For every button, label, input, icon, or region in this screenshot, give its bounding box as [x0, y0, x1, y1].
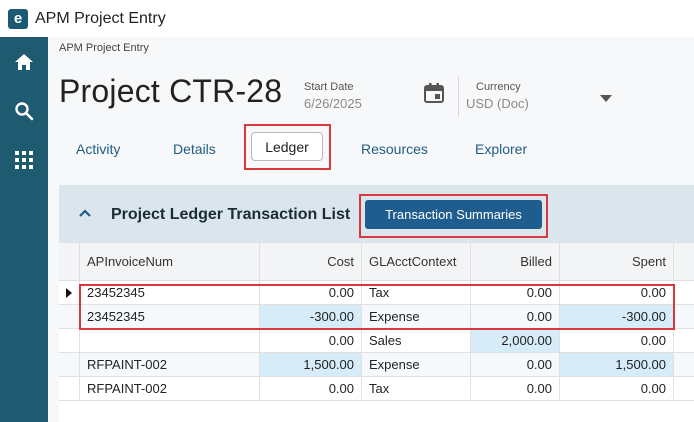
- field-divider: [458, 77, 459, 117]
- page-title: Project CTR-28: [59, 73, 283, 109]
- currency-label: Currency: [476, 81, 521, 93]
- apps-grid-icon: [15, 151, 33, 169]
- tab-resources[interactable]: Resources: [361, 141, 428, 157]
- currency-value[interactable]: USD (Doc): [466, 96, 616, 111]
- window-title: APM Project Entry: [35, 9, 166, 27]
- cell-glacctcontext[interactable]: Expense: [362, 353, 471, 377]
- column-header-billed[interactable]: Billed: [471, 243, 560, 281]
- cell-spent[interactable]: 0.00: [560, 377, 674, 401]
- cell-apinvoicenum[interactable]: RFPAINT-002: [80, 353, 260, 377]
- tab-explorer[interactable]: Explorer: [475, 141, 527, 157]
- search-icon: [15, 102, 34, 121]
- table-row[interactable]: RFPAINT-002 1,500.00 Expense 0.00 1,500.…: [59, 353, 694, 377]
- column-header-apinvoicenum[interactable]: APInvoiceNum: [80, 243, 260, 281]
- start-date-value[interactable]: 6/26/2025: [304, 96, 362, 111]
- cell-apinvoicenum[interactable]: [80, 329, 260, 353]
- title-bar: e APM Project Entry: [0, 0, 694, 37]
- cell-cost[interactable]: 0.00: [260, 377, 362, 401]
- chevron-up-icon[interactable]: [78, 206, 92, 220]
- cell-overflow: [674, 329, 694, 353]
- search-button[interactable]: [0, 91, 48, 131]
- cell-billed[interactable]: 0.00: [471, 353, 560, 377]
- row-selector[interactable]: [59, 305, 80, 329]
- panel-header: Project Ledger Transaction List Transact…: [59, 185, 694, 243]
- cell-overflow: [674, 353, 694, 377]
- date-picker-button[interactable]: [424, 83, 446, 105]
- column-header-cost[interactable]: Cost: [260, 243, 362, 281]
- apps-button[interactable]: [0, 140, 48, 180]
- breadcrumb[interactable]: APM Project Entry: [59, 42, 149, 54]
- cell-cost[interactable]: 0.00: [260, 329, 362, 353]
- current-row-indicator-icon: [66, 287, 72, 298]
- chevron-down-icon[interactable]: [600, 95, 612, 102]
- cell-apinvoicenum[interactable]: RFPAINT-002: [80, 377, 260, 401]
- cell-cost[interactable]: 1,500.00: [260, 353, 362, 377]
- row-selector-header: [59, 243, 80, 281]
- column-header-overflow: [674, 243, 694, 281]
- table-row[interactable]: 0.00 Sales 2,000.00 0.00: [59, 329, 694, 353]
- column-header-spent[interactable]: Spent: [560, 243, 674, 281]
- tab-details[interactable]: Details: [173, 141, 216, 157]
- cell-glacctcontext[interactable]: Tax: [362, 377, 471, 401]
- calendar-icon: [424, 83, 444, 103]
- app-logo-icon: e: [8, 8, 28, 29]
- cell-overflow: [674, 305, 694, 329]
- main-content: APM Project Entry Project CTR-28 Start D…: [48, 37, 694, 422]
- summaries-button-highlight: [359, 194, 548, 238]
- table-row[interactable]: RFPAINT-002 0.00 Tax 0.00 0.00: [59, 377, 694, 401]
- row-selector[interactable]: [59, 377, 80, 401]
- tab-activity[interactable]: Activity: [76, 141, 120, 157]
- currency-select[interactable]: Currency USD (Doc): [466, 81, 616, 111]
- cell-spent[interactable]: 0.00: [560, 329, 674, 353]
- cell-overflow: [674, 377, 694, 401]
- cell-overflow: [674, 281, 694, 305]
- column-header-glacctcontext[interactable]: GLAcctContext: [362, 243, 471, 281]
- cell-billed[interactable]: 2,000.00: [471, 329, 560, 353]
- home-button[interactable]: [0, 42, 48, 82]
- cell-glacctcontext[interactable]: Sales: [362, 329, 471, 353]
- ledger-tab-highlight: [244, 124, 331, 170]
- grid-header-row: APInvoiceNum Cost GLAcctContext Billed S…: [59, 243, 694, 281]
- start-date-field[interactable]: Start Date 6/26/2025: [304, 81, 362, 111]
- sidebar: [0, 37, 48, 422]
- cell-spent[interactable]: 1,500.00: [560, 353, 674, 377]
- panel-title: Project Ledger Transaction List: [111, 206, 351, 223]
- row-selector[interactable]: [59, 353, 80, 377]
- start-date-label: Start Date: [304, 81, 354, 93]
- cell-billed[interactable]: 0.00: [471, 377, 560, 401]
- home-icon: [15, 54, 33, 70]
- row-selector[interactable]: [59, 329, 80, 353]
- row-selector[interactable]: [59, 281, 80, 305]
- rows-highlight: [79, 284, 675, 330]
